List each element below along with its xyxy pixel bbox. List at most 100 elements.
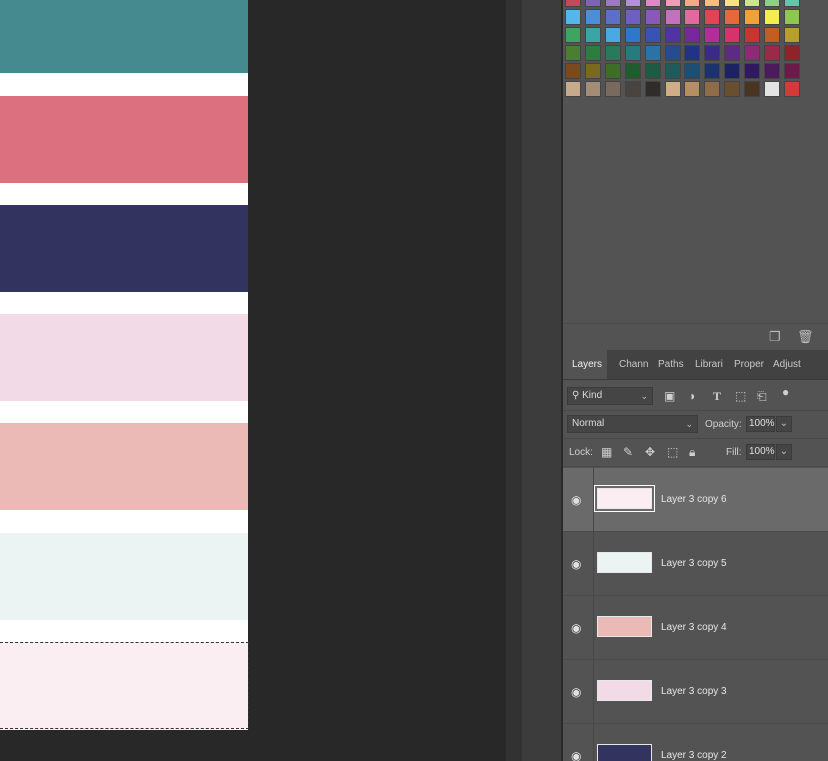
color-swatch[interactable] xyxy=(744,63,761,79)
color-swatch[interactable] xyxy=(664,27,681,43)
smart-object-filter-icon[interactable]: ⎗ xyxy=(757,389,767,403)
color-swatch[interactable] xyxy=(724,0,741,7)
fill-slider-toggle[interactable]: ⌄ xyxy=(776,444,792,460)
color-swatch[interactable] xyxy=(764,27,780,43)
color-swatch[interactable] xyxy=(604,27,621,43)
tab-layers[interactable]: Layers xyxy=(563,350,607,379)
color-swatch[interactable] xyxy=(624,27,641,43)
color-swatch[interactable] xyxy=(604,9,621,25)
color-swatch[interactable] xyxy=(744,9,761,25)
color-swatch[interactable] xyxy=(624,81,641,97)
color-swatch[interactable] xyxy=(724,27,741,43)
fill-field[interactable]: 100% xyxy=(746,444,775,460)
eye-icon[interactable]: ◉ xyxy=(571,493,581,507)
color-swatch[interactable] xyxy=(644,0,661,7)
color-swatch[interactable] xyxy=(565,9,581,25)
color-swatch[interactable] xyxy=(744,27,761,43)
color-swatch[interactable] xyxy=(704,63,721,79)
color-swatch[interactable] xyxy=(624,45,641,61)
color-swatch[interactable] xyxy=(584,63,601,79)
color-swatch[interactable] xyxy=(664,81,681,97)
color-swatch[interactable] xyxy=(724,63,741,79)
color-swatch[interactable] xyxy=(704,9,721,25)
lock-image-pixels-icon[interactable]: ✎ xyxy=(623,445,633,459)
color-swatch[interactable] xyxy=(684,0,701,7)
color-swatch[interactable] xyxy=(584,45,601,61)
color-swatch[interactable] xyxy=(624,9,641,25)
color-swatch[interactable] xyxy=(744,45,761,61)
color-swatch[interactable] xyxy=(644,27,661,43)
color-swatch[interactable] xyxy=(565,27,581,43)
document-canvas[interactable] xyxy=(0,0,249,730)
color-swatch[interactable] xyxy=(604,81,621,97)
color-swatch[interactable] xyxy=(565,0,581,7)
color-swatch[interactable] xyxy=(704,45,721,61)
color-swatch[interactable] xyxy=(644,63,661,79)
color-swatch[interactable] xyxy=(783,45,800,61)
color-swatch[interactable] xyxy=(724,9,741,25)
color-swatch[interactable] xyxy=(783,27,800,43)
layer-row[interactable]: ◉ Layer 3 copy 3 xyxy=(563,660,828,724)
opacity-field[interactable]: 100% xyxy=(746,416,775,432)
color-swatch[interactable] xyxy=(704,0,721,7)
adjustment-filter-icon[interactable]: ◑ xyxy=(688,389,695,403)
color-swatch[interactable] xyxy=(783,63,800,79)
tab-adjustments[interactable]: Adjust xyxy=(773,350,807,379)
eye-icon[interactable]: ◉ xyxy=(571,749,581,761)
color-swatch[interactable] xyxy=(744,0,761,7)
color-swatch[interactable] xyxy=(624,0,641,7)
color-swatch[interactable] xyxy=(764,81,780,97)
color-swatch[interactable] xyxy=(764,9,780,25)
color-swatch[interactable] xyxy=(783,9,800,25)
eye-icon[interactable]: ◉ xyxy=(571,685,581,699)
color-swatch[interactable] xyxy=(644,45,661,61)
color-swatch[interactable] xyxy=(565,63,581,79)
color-swatch[interactable] xyxy=(604,45,621,61)
layer-row[interactable]: ◉ Layer 3 copy 6 xyxy=(563,468,828,532)
layer-row[interactable]: ◉ Layer 3 copy 5 xyxy=(563,532,828,596)
color-swatch[interactable] xyxy=(684,45,701,61)
shape-filter-icon[interactable]: ⬚ xyxy=(735,389,746,403)
color-swatch[interactable] xyxy=(584,9,601,25)
color-swatch[interactable] xyxy=(783,81,800,97)
color-swatch[interactable] xyxy=(584,81,601,97)
color-swatch[interactable] xyxy=(744,81,761,97)
opacity-slider-toggle[interactable]: ⌄ xyxy=(776,416,792,432)
color-swatch[interactable] xyxy=(584,0,601,7)
color-swatch[interactable] xyxy=(584,27,601,43)
color-swatch[interactable] xyxy=(684,63,701,79)
lock-artboard-icon[interactable]: ⬚ xyxy=(667,445,678,459)
color-swatch[interactable] xyxy=(684,81,701,97)
color-swatch[interactable] xyxy=(664,9,681,25)
trash-icon[interactable]: 🗑︎ xyxy=(797,330,814,344)
color-swatch[interactable] xyxy=(704,27,721,43)
type-filter-icon[interactable]: T xyxy=(713,389,721,403)
color-swatch[interactable] xyxy=(704,81,721,97)
color-swatch[interactable] xyxy=(604,0,621,7)
new-swatch-icon[interactable]: ❐ xyxy=(769,330,781,344)
color-swatch[interactable] xyxy=(783,0,800,7)
layer-row[interactable]: ◉ Layer 3 copy 2 xyxy=(563,724,828,761)
color-swatch[interactable] xyxy=(664,45,681,61)
color-swatch[interactable] xyxy=(684,27,701,43)
color-swatch[interactable] xyxy=(565,81,581,97)
lock-transparent-pixels-icon[interactable]: ▦ xyxy=(601,445,612,459)
color-swatch[interactable] xyxy=(724,45,741,61)
tab-libraries[interactable]: Librari xyxy=(695,350,727,379)
filter-kind-dropdown[interactable]: ⚲ Kind ⌄ xyxy=(567,387,653,405)
eye-icon[interactable]: ◉ xyxy=(571,621,581,635)
filter-toggle-icon[interactable]: ● xyxy=(782,385,789,399)
color-swatch[interactable] xyxy=(724,81,741,97)
color-swatch[interactable] xyxy=(764,0,780,7)
color-swatch[interactable] xyxy=(664,63,681,79)
color-swatch[interactable] xyxy=(644,81,661,97)
color-swatch[interactable] xyxy=(764,45,780,61)
color-swatch[interactable] xyxy=(565,45,581,61)
color-swatch[interactable] xyxy=(604,63,621,79)
layer-row[interactable]: ◉ Layer 3 copy 4 xyxy=(563,596,828,660)
eye-icon[interactable]: ◉ xyxy=(571,557,581,571)
lock-all-icon[interactable]: 🔒︎ xyxy=(689,445,695,459)
tab-paths[interactable]: Paths xyxy=(658,350,688,379)
tab-properties[interactable]: Proper xyxy=(734,350,766,379)
color-swatch[interactable] xyxy=(684,9,701,25)
